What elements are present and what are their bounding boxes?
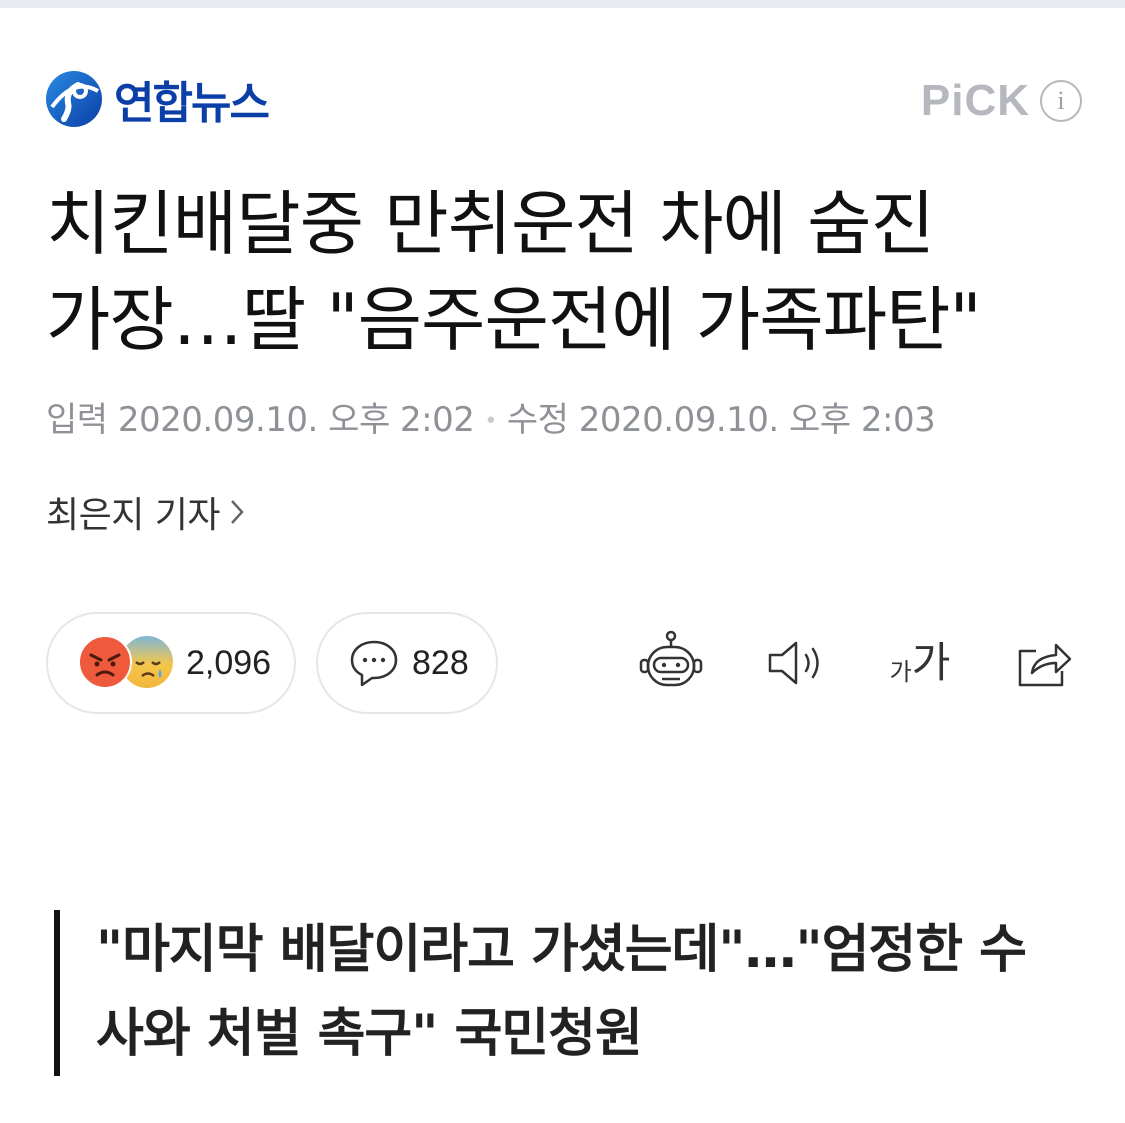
font-size-small-label: 가	[889, 658, 912, 686]
article-headline: 치킨배달중 만취운전 차에 숨진 가장…딸 "음주운전에 가족파탄"	[46, 176, 1086, 368]
yonhap-logo-icon	[46, 71, 102, 127]
edit-time: 2020.09.10. 오후 2:03	[578, 400, 936, 440]
headline-line-2: 가장…딸 "음주운전에 가족파탄"	[46, 279, 982, 361]
pick-badge[interactable]: PiCK i	[921, 76, 1082, 126]
article-header: 연합뉴스 PiCK i	[44, 62, 1084, 142]
info-icon[interactable]: i	[1040, 80, 1082, 122]
top-divider	[0, 0, 1125, 8]
input-time: 2020.09.10. 오후 2:02	[117, 400, 475, 440]
edit-label: 수정	[506, 400, 569, 440]
font-size-large-label: 가	[911, 638, 951, 687]
reporter-link[interactable]: 최은지 기자	[46, 486, 244, 538]
comment-button[interactable]: 828	[316, 612, 498, 714]
angry-emoji-icon	[78, 635, 132, 689]
speaker-icon	[768, 641, 819, 685]
font-size-button[interactable]: 가 가	[880, 628, 960, 698]
text-to-speech-button[interactable]	[760, 628, 830, 698]
reaction-count: 2,096	[186, 643, 272, 682]
share-icon	[1018, 643, 1072, 687]
summary-bot-button[interactable]	[636, 628, 706, 698]
reaction-button[interactable]: 2,096	[46, 612, 296, 714]
dateline-separator: •	[484, 409, 497, 434]
pick-label: PiCK	[920, 76, 1030, 125]
share-button[interactable]	[1008, 628, 1078, 698]
input-label: 입력	[46, 400, 108, 440]
press-logo[interactable]: 연합뉴스	[44, 62, 270, 136]
subheadline-line-2: 사와 처벌 촉구" 국민청원	[96, 1004, 643, 1064]
speech-bubble-icon	[350, 640, 398, 687]
font-size-icon: 가 가	[889, 638, 951, 687]
headline-line-1: 치킨배달중 만취운전 차에 숨진	[46, 183, 935, 265]
subheadline-line-1: "마지막 배달이라고 가셨는데"…"엄정한 수	[96, 920, 1027, 980]
reporter-name: 최은지 기자	[46, 495, 221, 536]
reaction-emojis	[78, 635, 174, 691]
comment-count: 828	[412, 643, 469, 682]
chevron-right-icon	[231, 500, 244, 524]
press-name: 연합뉴스	[114, 78, 270, 129]
article-dateline: 입력 2020.09.10. 오후 2:02 • 수정 2020.09.10. 오후…	[46, 392, 936, 441]
article-subheadline: "마지막 배달이라고 가셨는데"…"엄정한 수 사와 처벌 촉구" 국민청원	[54, 910, 1054, 1076]
robot-summary-icon	[639, 630, 703, 687]
